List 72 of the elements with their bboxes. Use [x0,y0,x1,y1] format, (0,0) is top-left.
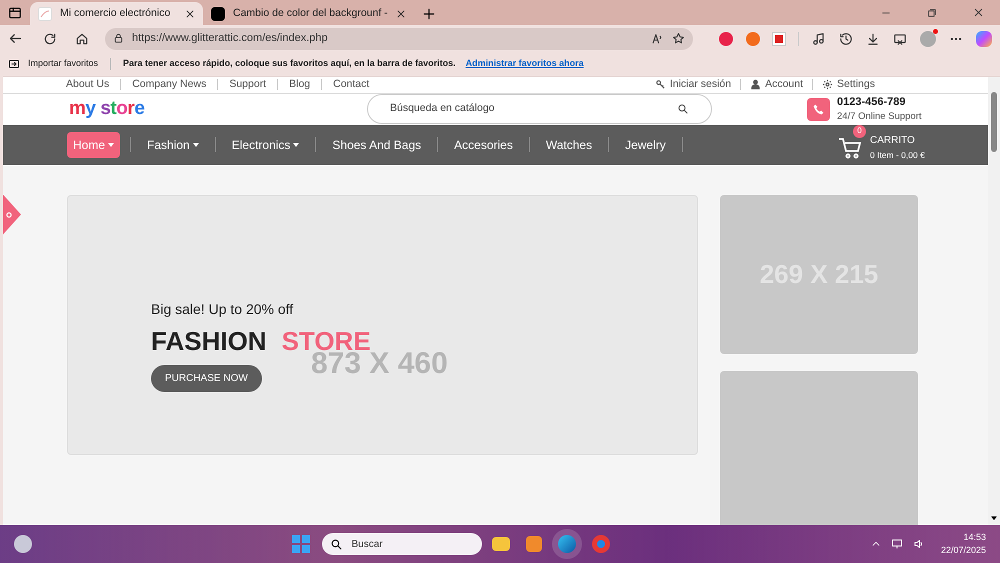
nav-item[interactable]: Shoes And Bags [326,132,428,158]
top-link[interactable]: Contact [333,77,370,93]
top-link[interactable]: About Us [66,77,110,93]
reload-icon[interactable] [43,32,57,46]
account-link[interactable]: Account [750,77,804,93]
top-link[interactable]: Support [229,77,266,93]
start-icon[interactable] [292,535,310,553]
scroll-down-icon[interactable] [990,514,998,522]
nav-item[interactable]: Fashion [141,132,205,158]
nav-item[interactable]: Jewelry [619,132,672,158]
browser-tab[interactable]: Cambio de color del backgrounf - [203,2,414,25]
search-placeholder: Buscar [351,538,383,552]
taskbar-search[interactable]: Buscar [322,533,482,555]
lock-icon[interactable] [113,33,124,44]
tab-actions-icon[interactable] [8,6,22,20]
history-icon[interactable] [839,32,853,46]
manage-favorites-link[interactable]: Administrar favoritos ahora [466,57,584,71]
download-icon[interactable] [866,32,880,46]
network-icon[interactable] [890,538,903,550]
cart-icon [838,136,862,158]
cart-count: 0 [853,124,866,138]
phone-icon [807,98,830,121]
restore-icon[interactable] [927,8,937,18]
address-bar[interactable]: https://www.glitterattic.com/es/index.php [105,28,693,50]
import-icon[interactable] [8,58,20,70]
user-icon [750,79,762,90]
scroll-thumb[interactable] [991,92,997,152]
favorite-star-icon[interactable] [672,32,685,45]
close-icon[interactable] [396,8,406,18]
media-icon[interactable] [812,32,826,46]
nav-item[interactable]: Electronics [226,132,306,158]
store-logo[interactable]: my store [69,94,367,124]
search-icon[interactable] [677,103,689,116]
banner-title: FASHION [151,326,267,356]
clock-date: 22/07/2025 [940,544,986,557]
close-icon[interactable] [973,7,984,18]
top-link[interactable]: Blog [289,77,310,93]
profile-avatar[interactable] [920,30,936,46]
search-icon[interactable] [330,538,344,550]
support-text: 24/7 Online Support [837,110,922,124]
nav-item[interactable]: Watches [540,132,598,158]
cart-title: CARRITO [870,134,916,148]
search-field[interactable]: Búsqueda en catálogo [367,94,712,124]
volume-icon[interactable] [912,538,925,550]
cart-button[interactable]: 0 CARRITO 0 Item - 0,00 € [838,124,928,164]
new-tab-icon[interactable] [422,6,436,20]
favorites-message: Para tener acceso rápido, coloque sus favoritos aquí, en la barra de favoritos. [123,57,456,70]
banner-subtitle: Big sale! Up to 20% off [151,300,294,319]
nav-item[interactable]: Accesories [448,132,519,158]
extension-icon[interactable] [773,32,785,44]
url-text: https://www.glitterattic.com/es/index.php [132,31,329,46]
import-favorites[interactable]: Importar favoritos [28,57,98,71]
page-icon [38,6,52,20]
phone-number: 0123-456-789 [837,94,907,110]
tab-title: Cambio de color del backgrounf - [233,6,388,21]
home-icon[interactable] [75,32,89,46]
key-icon [654,79,666,90]
purchase-button[interactable]: PURCHASE NOW [151,364,262,392]
back-icon[interactable] [8,31,23,46]
read-aloud-icon[interactable] [651,32,664,45]
browser-tab[interactable]: Mi comercio electrónico [30,2,203,25]
top-link[interactable]: Company News [132,77,206,93]
account-link[interactable]: Settings [822,77,875,93]
clock-time: 14:53 [962,531,986,544]
site-icon [211,6,225,20]
close-icon[interactable] [185,8,195,18]
tab-title: Mi comercio electrónico [60,6,172,21]
account-link[interactable]: Iniciar sesión [654,77,732,93]
search-placeholder: Búsqueda en catálogo [390,101,496,116]
screenshot-icon[interactable] [893,32,907,46]
cart-summary: 0 Item - 0,00 € [870,148,925,162]
settings-icon [822,79,834,90]
